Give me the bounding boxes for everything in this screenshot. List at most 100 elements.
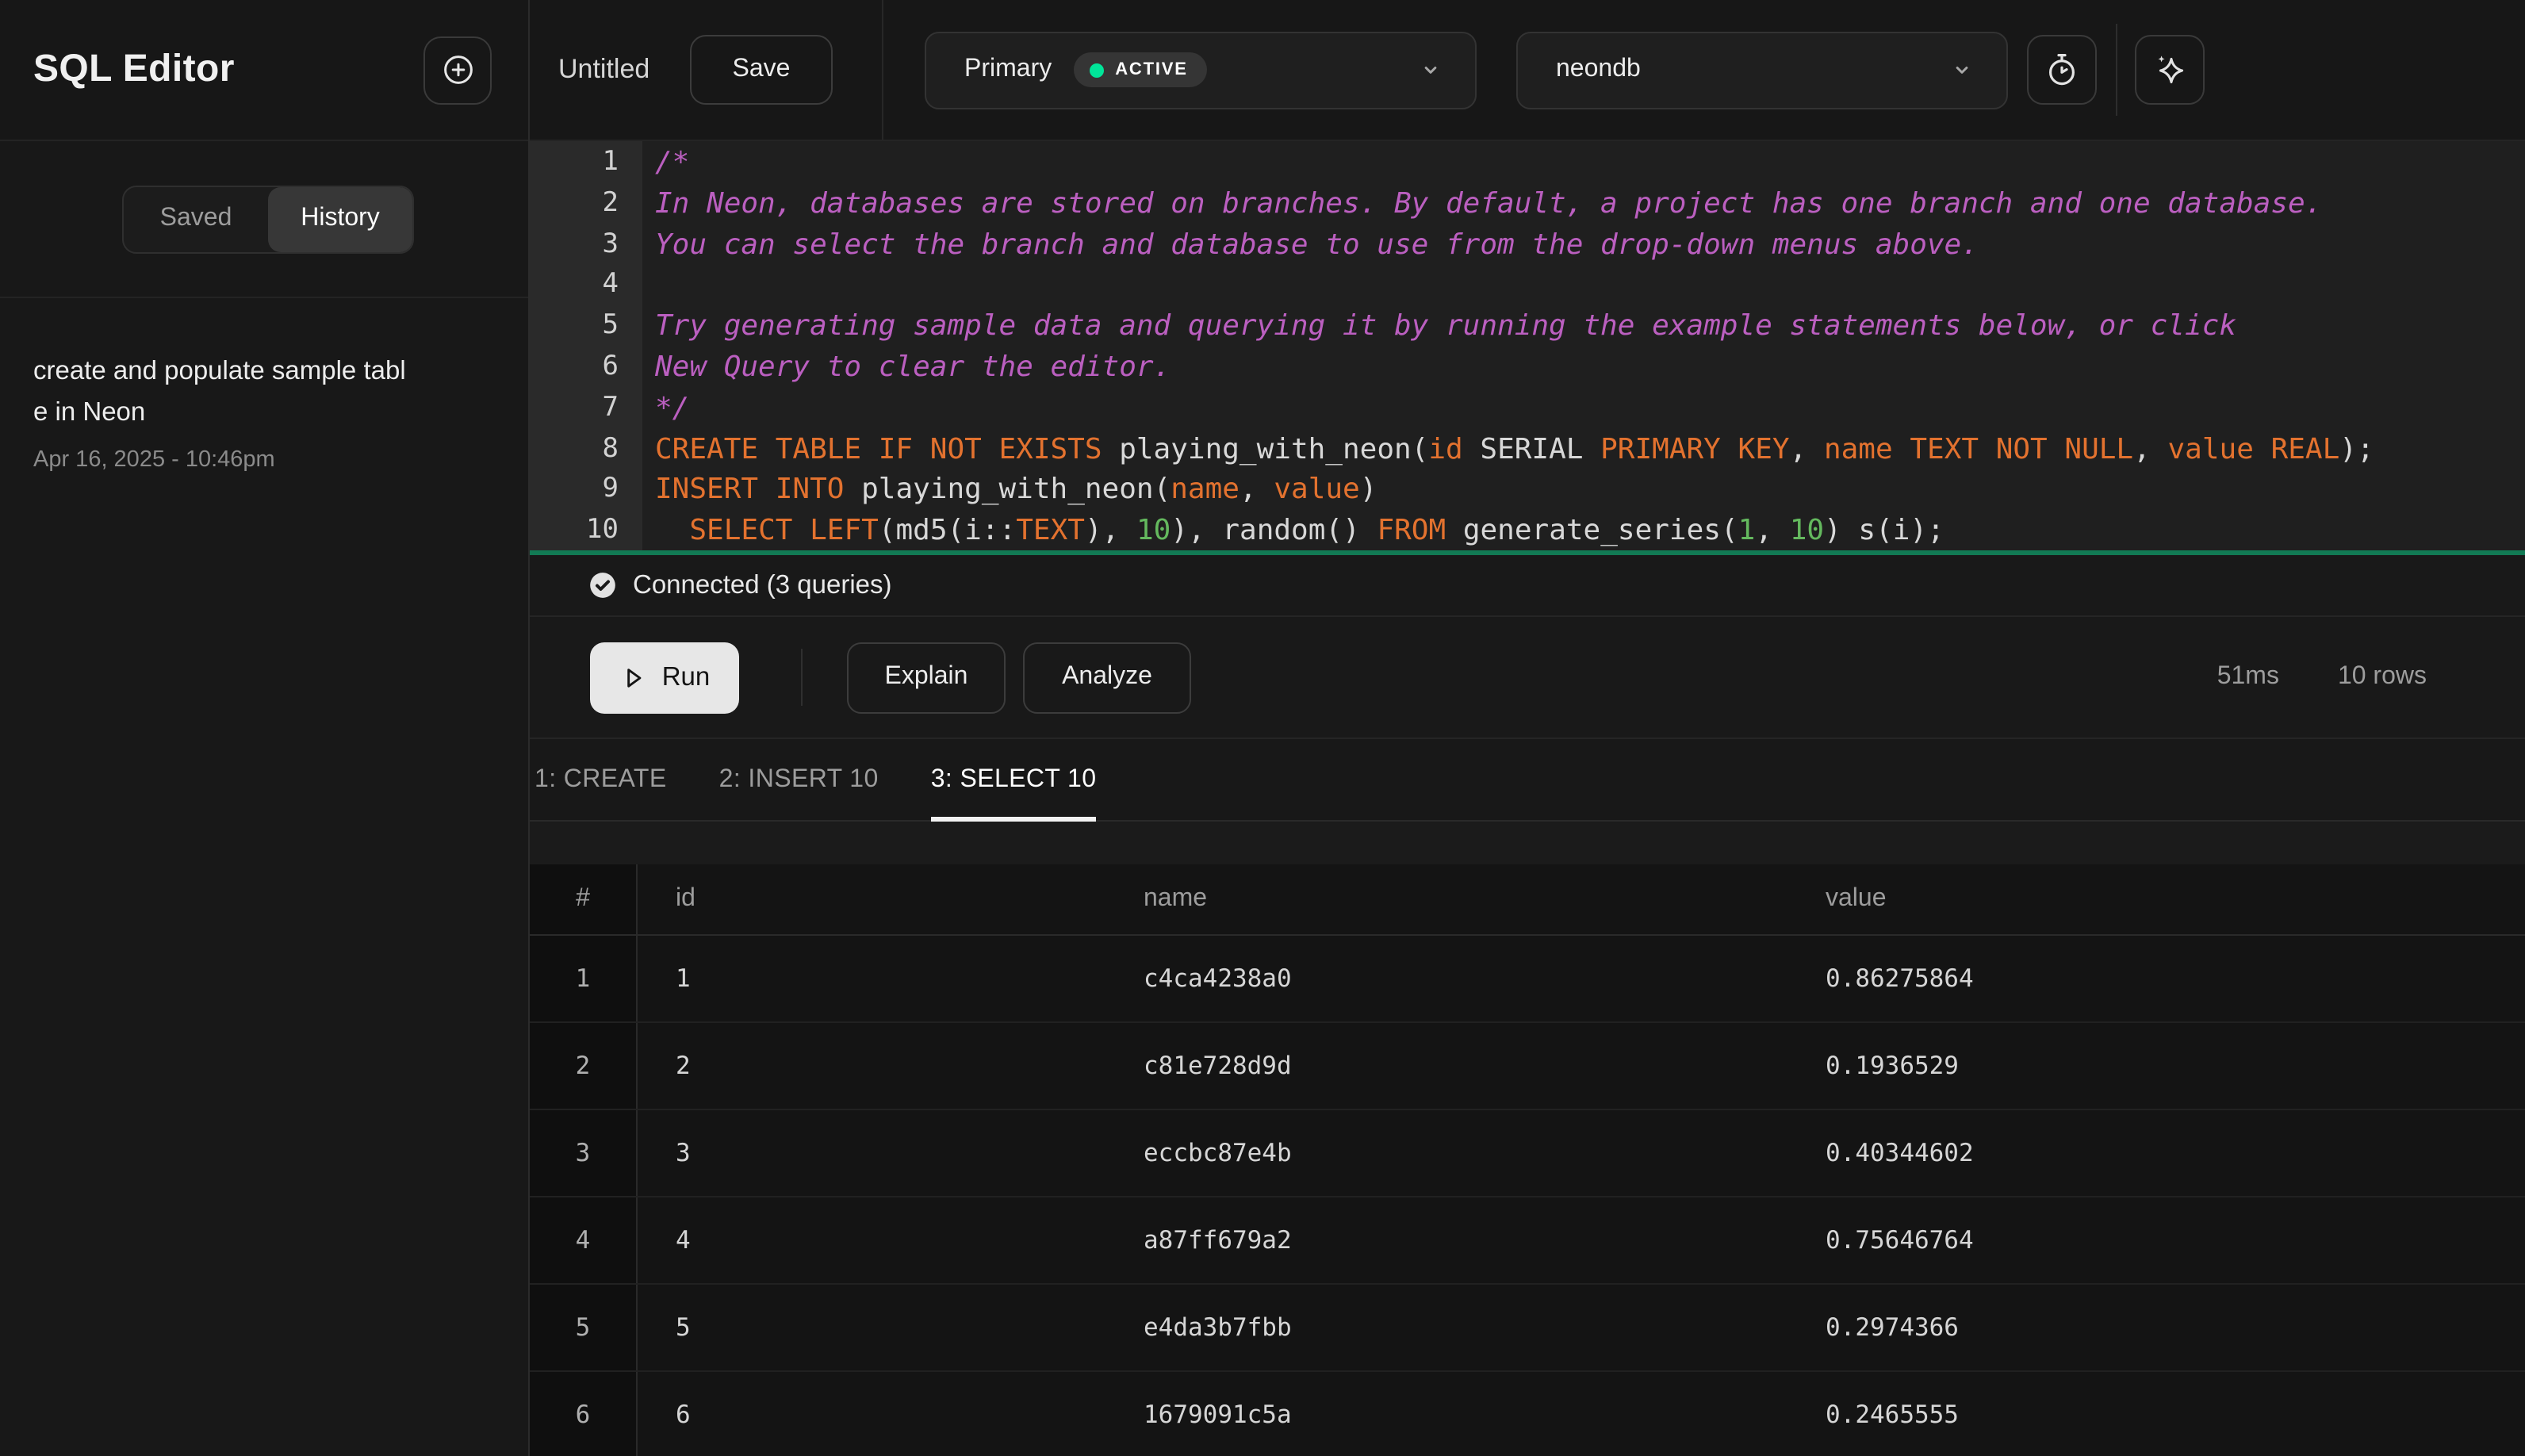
table-cell: c81e728d9d bbox=[1144, 1052, 1292, 1080]
code-line: CREATE TABLE IF NOT EXISTS playing_with_… bbox=[655, 432, 2374, 466]
sql-code-editor[interactable]: 1 2 3 4 5 6 7 8 9 10 /* In Neon, databases are sto… bbox=[530, 141, 2525, 550]
code-line: You can select the branch and database t… bbox=[655, 228, 1979, 262]
table-cell: 5 bbox=[676, 1313, 691, 1342]
table-cell: 2 bbox=[676, 1052, 691, 1080]
line-number: 8 bbox=[602, 432, 619, 465]
row-number-cell: 3 bbox=[530, 1110, 638, 1196]
column-header-id: id bbox=[676, 885, 695, 912]
table-body: 1 1 c4ca4238a0 0.86275864 2 2 c81e728d9d 0.1936… bbox=[530, 936, 2525, 1456]
table-cell: 4 bbox=[676, 1226, 691, 1255]
table-cell: c4ca4238a0 bbox=[1144, 964, 1292, 993]
table-row: 1 1 c4ca4238a0 0.86275864 bbox=[530, 936, 2525, 1023]
table-cell: 0.1936529 bbox=[1826, 1052, 1959, 1080]
row-number-cell: 5 bbox=[530, 1285, 638, 1370]
column-header-name: name bbox=[1144, 885, 1208, 912]
sidebar-tab-saved[interactable]: Saved bbox=[124, 186, 268, 251]
editor-topbar: Untitled Save Primary ACTIVE neondb bbox=[530, 0, 2525, 141]
row-number-cell: 6 bbox=[530, 1372, 638, 1456]
query-actions-bar: Run Explain Analyze 51ms 10 rows bbox=[530, 617, 2525, 739]
table-cell: 0.40344602 bbox=[1826, 1139, 1974, 1167]
branch-status-label: ACTIVE bbox=[1115, 60, 1188, 79]
play-icon bbox=[619, 662, 649, 692]
line-number: 6 bbox=[602, 350, 619, 382]
run-button-label: Run bbox=[661, 662, 711, 691]
table-cell: a87ff679a2 bbox=[1144, 1226, 1292, 1255]
column-header-row-number: # bbox=[530, 864, 638, 934]
chevron-down-icon bbox=[1946, 54, 1978, 86]
row-number-cell: 2 bbox=[530, 1023, 638, 1109]
query-duration: 51ms bbox=[2217, 663, 2279, 690]
plus-circle-icon bbox=[439, 51, 477, 89]
line-number: 5 bbox=[602, 309, 619, 342]
results-tab[interactable]: 2: INSERT 10 bbox=[719, 739, 879, 820]
line-number: 3 bbox=[602, 228, 619, 260]
query-history-timing-button[interactable] bbox=[2027, 35, 2097, 105]
results-spacer bbox=[530, 822, 2525, 864]
query-metrics: 51ms 10 rows bbox=[2217, 663, 2427, 692]
sql-editor-app: SQL Editor Saved History create and popul… bbox=[0, 0, 2525, 1456]
sidebar-tab-history[interactable]: History bbox=[268, 186, 412, 251]
table-cell: 0.2465555 bbox=[1826, 1400, 1959, 1429]
line-number: 2 bbox=[602, 186, 619, 219]
history-list: create and populate sample table in Neon… bbox=[0, 298, 528, 1456]
table-cell: 1679091c5a bbox=[1144, 1400, 1292, 1429]
row-number-cell: 4 bbox=[530, 1197, 638, 1283]
table-cell: 0.2974366 bbox=[1826, 1313, 1959, 1342]
code-line: */ bbox=[655, 391, 690, 425]
table-cell: e4da3b7fbb bbox=[1144, 1313, 1292, 1342]
history-item-title: create and populate sample table in Neon bbox=[33, 357, 406, 427]
explain-button[interactable]: Explain bbox=[847, 642, 1006, 713]
code-line: /* bbox=[655, 146, 690, 179]
results-table: # id name value 1 1 c4ca4238a0 0.86275864 2 2 c81… bbox=[530, 864, 2525, 1456]
table-row: 4 4 a87ff679a2 0.75646764 bbox=[530, 1197, 2525, 1285]
new-query-button[interactable] bbox=[423, 36, 492, 104]
saved-history-switch: Saved History bbox=[122, 185, 414, 253]
line-number: 4 bbox=[602, 268, 619, 301]
query-file-name: Untitled bbox=[558, 54, 650, 84]
table-row: 5 5 e4da3b7fbb 0.2974366 bbox=[530, 1285, 2525, 1372]
topbar-tools-divider bbox=[2116, 24, 2117, 116]
line-number: 7 bbox=[602, 391, 619, 423]
sidebar-tabs-row: Saved History bbox=[0, 141, 528, 298]
database-select[interactable]: neondb bbox=[1516, 31, 2008, 109]
check-circle-icon bbox=[587, 569, 619, 601]
active-status-dot bbox=[1090, 63, 1105, 77]
row-number-cell: 1 bbox=[530, 936, 638, 1021]
results-tab[interactable]: 1: CREATE bbox=[535, 739, 667, 820]
topbar-divider bbox=[882, 0, 883, 140]
table-row: 3 3 eccbc87e4b 0.40344602 bbox=[530, 1110, 2525, 1197]
sidebar: SQL Editor Saved History create and popul… bbox=[0, 0, 530, 1456]
table-cell: 0.86275864 bbox=[1826, 964, 1974, 993]
table-cell: 3 bbox=[676, 1139, 691, 1167]
branch-status-badge: ACTIVE bbox=[1074, 52, 1207, 87]
actions-divider bbox=[801, 649, 803, 706]
table-cell: 6 bbox=[676, 1400, 691, 1429]
code-content[interactable]: /* In Neon, databases are stored on branc… bbox=[642, 141, 2525, 550]
results-tab[interactable]: 3: SELECT 10 bbox=[930, 739, 1098, 822]
code-line: SELECT LEFT(md5(i::TEXT), 10), random() … bbox=[689, 514, 1945, 548]
sidebar-header: SQL Editor bbox=[0, 0, 528, 141]
branch-select[interactable]: Primary ACTIVE bbox=[925, 31, 1477, 109]
query-row-count: 10 rows bbox=[2337, 663, 2427, 690]
database-name: neondb bbox=[1556, 56, 1641, 82]
main-panel: Untitled Save Primary ACTIVE neondb 1 2 … bbox=[530, 0, 2525, 1456]
table-header-row: # id name value bbox=[530, 864, 2525, 936]
column-header-value: value bbox=[1826, 885, 1887, 912]
table-row: 2 2 c81e728d9d 0.1936529 bbox=[530, 1023, 2525, 1110]
analyze-button[interactable]: Analyze bbox=[1023, 642, 1191, 713]
line-number: 9 bbox=[602, 473, 619, 505]
code-line: INSERT INTO playing_with_neon(name, valu… bbox=[655, 473, 1377, 507]
line-number: 1 bbox=[602, 146, 619, 178]
history-item[interactable]: create and populate sample table in Neon… bbox=[33, 351, 496, 473]
save-button[interactable]: Save bbox=[690, 35, 833, 105]
run-button[interactable]: Run bbox=[590, 642, 739, 713]
connection-status-bar: Connected (3 queries) bbox=[530, 555, 2525, 617]
ai-assist-button[interactable] bbox=[2135, 35, 2205, 105]
stopwatch-icon bbox=[2043, 51, 2081, 89]
sparkle-icon bbox=[2151, 51, 2189, 89]
results-tabs: 1: CREATE 2: INSERT 10 3: SELECT 10 bbox=[530, 739, 2525, 822]
table-cell: eccbc87e4b bbox=[1144, 1139, 1292, 1167]
chevron-down-icon bbox=[1415, 54, 1446, 86]
line-number-gutter: 1 2 3 4 5 6 7 8 9 10 bbox=[530, 141, 642, 550]
line-number: 10 bbox=[586, 514, 619, 546]
